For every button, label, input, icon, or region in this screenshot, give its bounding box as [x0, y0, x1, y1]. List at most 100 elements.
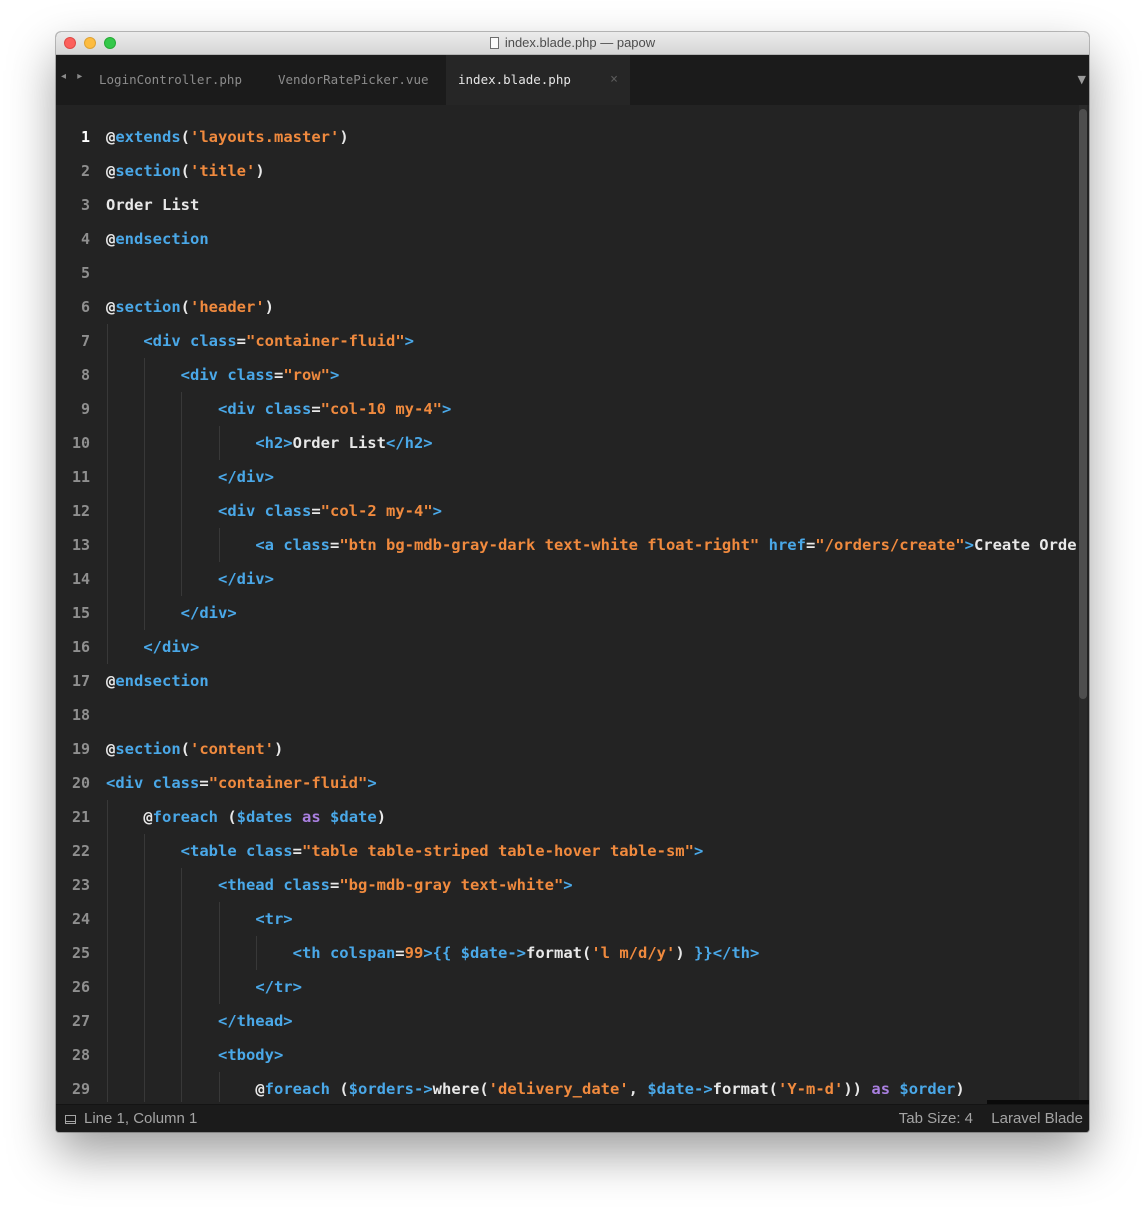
cursor-position[interactable]: Line 1, Column 1: [84, 1110, 197, 1127]
code-token: @: [106, 230, 116, 248]
editor-window: index.blade.php — papow ◂ ▸ LoginControl…: [56, 32, 1089, 1132]
tab-index-blade[interactable]: index.blade.php ×: [446, 55, 630, 105]
line-number: 7: [80, 332, 90, 350]
code-token: @: [106, 162, 116, 180]
code-line[interactable]: <a class="btn bg-mdb-gray-dark text-whit…: [106, 528, 1078, 562]
code-token: @: [106, 128, 116, 146]
code-token: 'delivery_date': [488, 1080, 629, 1098]
code-token: =: [292, 842, 302, 860]
code-line[interactable]: @endsection: [106, 222, 209, 256]
vertical-scrollbar[interactable]: [1079, 105, 1087, 1102]
tab-logincontroller[interactable]: LoginController.php: [99, 55, 271, 105]
code-line[interactable]: <h2>Order List</h2>: [106, 426, 432, 460]
tab-vendorratepicker[interactable]: VendorRatePicker.vue: [278, 55, 450, 105]
line-number: 19: [71, 740, 90, 758]
code-line[interactable]: @endsection: [106, 664, 209, 698]
code-line[interactable]: <div class="container-fluid">: [106, 324, 414, 358]
code-token: <tbody>: [217, 1046, 284, 1064]
code-token: "row": [283, 366, 331, 384]
code-token: class: [283, 876, 330, 894]
line-number: 14: [71, 570, 90, 588]
code-line[interactable]: @section('title'): [106, 154, 265, 188]
code-token: =: [311, 502, 321, 520]
tab-close-icon[interactable]: ×: [610, 55, 618, 105]
code-line[interactable]: <tr>: [106, 902, 292, 936]
line-number: 10: [71, 434, 90, 452]
tab-nav-arrows-icon[interactable]: ◂ ▸: [61, 71, 86, 82]
line-number: 11: [71, 468, 90, 486]
line-number: 22: [71, 842, 90, 860]
code-token: ): [955, 1080, 965, 1098]
code-line[interactable]: <thead class="bg-mdb-gray text-white">: [106, 868, 573, 902]
code-editor[interactable]: @extends('layouts.master') @section('titl…: [98, 105, 1078, 1102]
code-token: ): [675, 944, 695, 962]
code-token: 'header': [190, 298, 265, 316]
code-token: ): [274, 740, 284, 758]
line-number: 1: [80, 128, 90, 146]
code-token: section: [115, 162, 181, 180]
code-line[interactable]: @foreach ($orders->where('delivery_date'…: [106, 1072, 965, 1102]
code-token: $dates: [236, 808, 293, 826]
code-token: class: [264, 400, 312, 418]
code-line[interactable]: <div class="row">: [106, 358, 340, 392]
code-line[interactable]: @section('header'): [106, 290, 274, 324]
syntax-mode[interactable]: Laravel Blade: [991, 1110, 1083, 1127]
code-token: "col-10 my-4": [320, 400, 442, 418]
code-line[interactable]: <div class="col-10 my-4">: [106, 392, 451, 426]
code-token: =: [805, 536, 816, 554]
code-token: format: [712, 1080, 769, 1098]
code-line[interactable]: <th colspan=99>{{ $date->format('l m/d/y…: [106, 936, 760, 970]
code-token: </thead>: [217, 1012, 293, 1030]
code-token: >: [330, 366, 340, 384]
code-token: (: [180, 128, 191, 146]
code-token: class: [283, 536, 330, 554]
code-line[interactable]: <table class="table table-striped table-…: [106, 834, 704, 868]
code-line[interactable]: </div>: [106, 596, 237, 630]
code-token: @: [106, 298, 116, 316]
code-token: ,: [628, 1080, 648, 1098]
code-token: </div>: [180, 604, 237, 622]
tab-menu-chevron-icon[interactable]: ▼: [1078, 73, 1086, 86]
document-icon: [489, 37, 499, 49]
panel-toggle-icon[interactable]: [65, 1115, 76, 1124]
code-token: >: [423, 944, 433, 962]
code-token: <div: [180, 366, 228, 384]
line-number: 12: [71, 502, 90, 520]
code-line[interactable]: </thead>: [106, 1004, 293, 1038]
code-token: 'l m/d/y': [591, 944, 676, 962]
code-line[interactable]: <tbody>: [106, 1038, 283, 1072]
code-token: 'Y-m-d': [778, 1080, 844, 1098]
code-line[interactable]: </div>: [106, 630, 199, 664]
code-token: <table: [180, 842, 246, 860]
code-line[interactable]: @foreach ($dates as $date): [106, 800, 386, 834]
code-line[interactable]: </div>: [106, 562, 274, 596]
code-line[interactable]: </div>: [106, 460, 274, 494]
code-line[interactable]: </tr>: [106, 970, 302, 1004]
code-token: <div: [217, 502, 265, 520]
code-line[interactable]: <div class="col-2 my-4">: [106, 494, 442, 528]
tab-size-setting[interactable]: Tab Size: 4: [899, 1110, 973, 1127]
line-number: 21: [71, 808, 90, 826]
title-bar[interactable]: index.blade.php — papow: [56, 32, 1089, 55]
code-token: @: [106, 740, 116, 758]
code-token: <th: [292, 944, 330, 962]
code-token: "container-fluid": [246, 332, 405, 350]
code-line[interactable]: @section('content'): [106, 732, 283, 766]
code-line[interactable]: @extends('layouts.master'): [106, 120, 349, 154]
line-number: 25: [71, 944, 90, 962]
code-line[interactable]: <div class="container-fluid">: [106, 766, 377, 800]
code-token: where: [432, 1080, 480, 1098]
code-line[interactable]: Order List: [106, 188, 199, 222]
code-token: >: [442, 400, 452, 418]
scrollbar-thumb[interactable]: [1079, 109, 1087, 699]
line-number: 27: [71, 1012, 90, 1030]
line-number: 2: [80, 162, 90, 180]
code-token: (: [180, 162, 191, 180]
